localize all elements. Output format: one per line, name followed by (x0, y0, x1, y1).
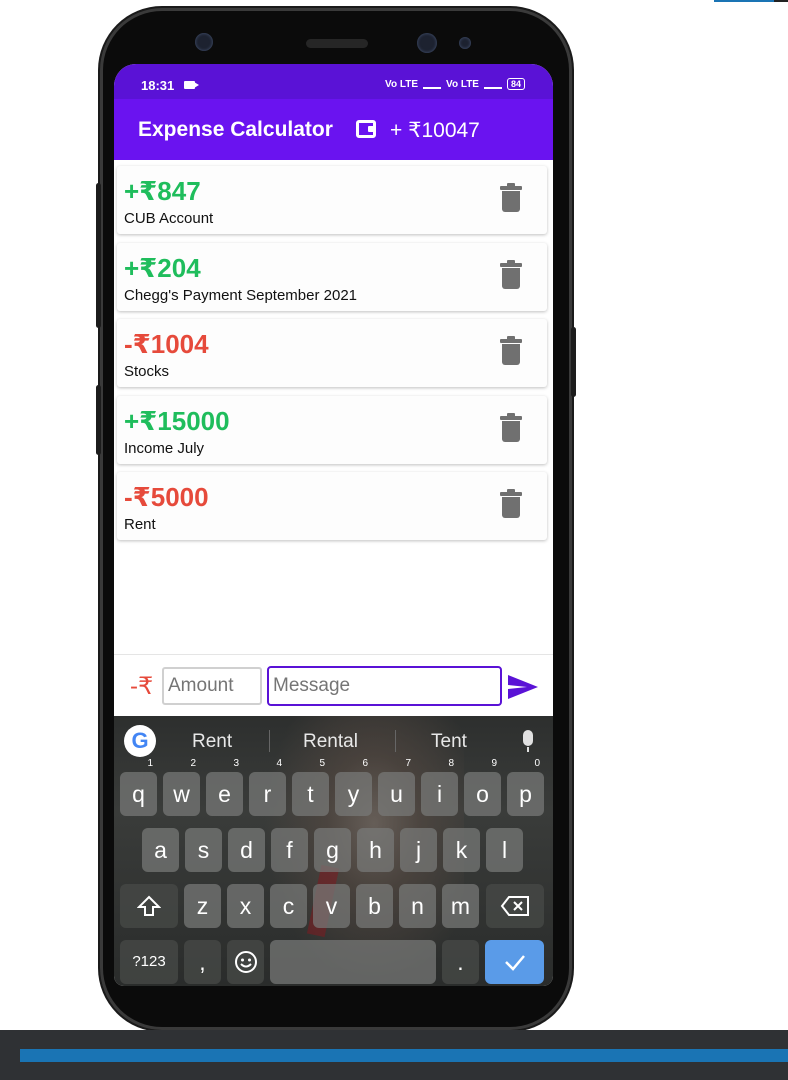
delete-icon[interactable] (500, 183, 522, 213)
suggestion-3[interactable]: Tent (431, 731, 467, 753)
delete-icon[interactable] (500, 412, 522, 443)
emoji-key-icon[interactable] (227, 940, 264, 984)
amount-input[interactable] (162, 667, 262, 705)
symbols-key[interactable]: ?123 (120, 940, 178, 984)
sign-toggle[interactable]: -₹ (130, 672, 153, 701)
top-edge-dark (774, 0, 788, 2)
input-row: -₹ (114, 654, 553, 716)
signal-1-icon (423, 79, 442, 89)
key-z[interactable]: z (184, 884, 221, 928)
suggestion-1[interactable]: Rent (192, 731, 232, 753)
progress-strip (20, 1049, 788, 1062)
transaction-description: CUB Account (124, 210, 214, 227)
key-x[interactable]: x (227, 884, 264, 928)
key-q[interactable]: q1 (120, 759, 157, 816)
suggestion-strip: G Rent Rental Tent (114, 716, 553, 764)
suggestion-2[interactable]: Rental (303, 731, 358, 753)
volume-up-button (96, 183, 101, 328)
key-r[interactable]: r4 (249, 759, 286, 816)
app-title: Expense Calculator (138, 118, 333, 141)
key-l[interactable]: l (486, 828, 523, 872)
transaction-description: Income July (124, 439, 205, 457)
transaction-description: Stocks (124, 363, 170, 380)
google-icon[interactable]: G (124, 725, 156, 757)
key-g[interactable]: g (314, 828, 351, 872)
power-button (571, 327, 576, 397)
transaction-card: +₹15000 Income July (117, 395, 547, 464)
transaction-amount: +₹15000 (124, 405, 230, 436)
status-icons: Vo LTE Vo LTE 84 (385, 78, 525, 90)
iris-sensor-icon (195, 33, 213, 51)
key-p[interactable]: p0 (507, 759, 544, 816)
transaction-card: -₹1004 Stocks (117, 319, 547, 387)
delete-icon[interactable] (500, 489, 522, 519)
message-input[interactable] (267, 666, 502, 706)
transaction-card: +₹204 Chegg's Payment September 2021 (117, 242, 547, 311)
shift-key-icon[interactable] (120, 884, 178, 928)
key-t[interactable]: t5 (292, 759, 329, 816)
earpiece-speaker (306, 39, 368, 48)
comma-key[interactable]: , (184, 940, 221, 984)
transaction-list: +₹847 CUB Account +₹204 Chegg's Payment … (117, 166, 547, 549)
key-i[interactable]: i8 (421, 759, 458, 816)
volte-1-label: Vo LTE (385, 78, 419, 90)
app-bar: Expense Calculator + ₹10047 (114, 99, 553, 160)
key-m[interactable]: m (442, 884, 479, 928)
key-c[interactable]: c (270, 884, 307, 928)
transaction-description: Rent (124, 516, 156, 533)
wallet-icon (356, 120, 376, 138)
key-e[interactable]: e3 (206, 759, 243, 816)
battery-icon: 84 (506, 78, 525, 90)
key-o[interactable]: o9 (464, 759, 501, 816)
mic-icon[interactable] (523, 730, 533, 752)
key-f[interactable]: f (271, 828, 308, 872)
key-u[interactable]: u7 (378, 759, 415, 816)
phone-screen: 18:31 Vo LTE Vo LTE 84 Expense Calculato… (114, 64, 553, 986)
key-v[interactable]: v (313, 884, 350, 928)
key-s[interactable]: s (185, 828, 222, 872)
transaction-card: -₹5000 Rent (117, 472, 547, 540)
delete-icon[interactable] (500, 259, 522, 290)
top-edge-accent (714, 0, 774, 2)
transaction-amount: -₹5000 (124, 482, 209, 512)
key-h[interactable]: h (357, 828, 394, 872)
period-key[interactable]: . (442, 940, 479, 984)
key-a[interactable]: a (142, 828, 179, 872)
signal-2-icon (483, 79, 502, 89)
suggestion-divider (269, 730, 270, 752)
volte-2-label: Vo LTE (446, 78, 479, 90)
key-j[interactable]: j (400, 828, 437, 872)
send-icon[interactable] (507, 674, 539, 700)
key-k[interactable]: k (443, 828, 480, 872)
done-key-icon[interactable] (485, 940, 544, 984)
key-y[interactable]: y6 (335, 759, 372, 816)
transaction-amount: -₹1004 (124, 329, 209, 359)
key-d[interactable]: d (228, 828, 265, 872)
space-key[interactable] (270, 940, 436, 984)
front-camera-icon (417, 33, 437, 53)
video-record-icon (184, 81, 199, 89)
key-w[interactable]: w2 (163, 759, 200, 816)
key-b[interactable]: b (356, 884, 393, 928)
transaction-card: +₹847 CUB Account (117, 166, 547, 234)
key-n[interactable]: n (399, 884, 436, 928)
status-bar: 18:31 Vo LTE Vo LTE 84 (114, 64, 553, 99)
transaction-amount: +₹847 (124, 176, 201, 206)
page: 18:31 Vo LTE Vo LTE 84 Expense Calculato… (0, 0, 788, 1080)
status-time: 18:31 (141, 78, 175, 93)
transaction-amount: +₹204 (124, 252, 201, 283)
suggestion-divider (395, 730, 396, 752)
delete-icon[interactable] (500, 336, 522, 366)
bixby-button (96, 385, 101, 455)
proximity-sensor-icon (459, 37, 471, 49)
transaction-description: Chegg's Payment September 2021 (124, 286, 358, 304)
backspace-key-icon[interactable] (486, 884, 544, 928)
balance-total: + ₹10047 (390, 119, 480, 142)
keyboard: G Rent Rental Tent q1 w2 e3 r4 t5 y6 u7 … (114, 716, 553, 986)
